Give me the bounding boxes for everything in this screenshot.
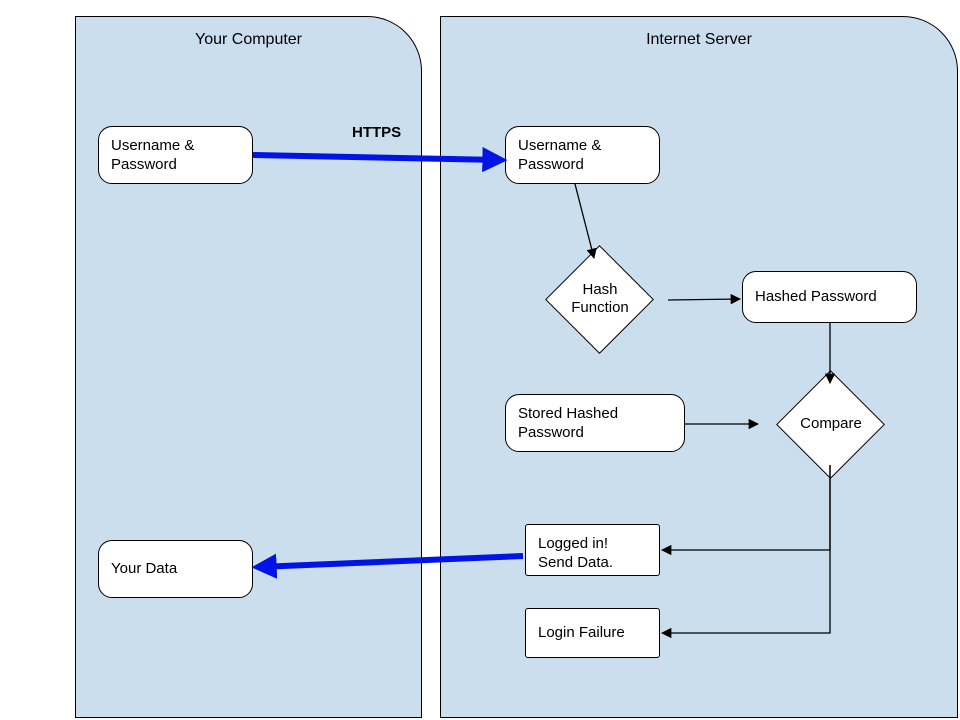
node-compare: Compare [756, 379, 906, 469]
node-server-credentials-label: Username & Password [518, 137, 601, 173]
node-login-failure-label: Login Failure [538, 624, 625, 643]
panel-server: Internet Server [440, 16, 958, 718]
node-login-failure: Login Failure [525, 608, 660, 658]
node-logged-in-label: Logged in! Send Data. [538, 535, 613, 571]
panel-client: Your Computer [75, 16, 422, 718]
node-server-credentials: Username & Password [505, 126, 660, 184]
node-compare-label: Compare [800, 415, 862, 433]
node-hashed-password-label: Hashed Password [755, 288, 877, 307]
node-client-credentials-label: Username & Password [111, 137, 194, 173]
node-hash-function: Hash Function [525, 254, 675, 344]
node-stored-hashed-password: Stored Hashed Password [505, 394, 685, 452]
panel-client-title: Your Computer [76, 31, 421, 49]
node-hashed-password: Hashed Password [742, 271, 917, 323]
node-your-data: Your Data [98, 540, 253, 598]
node-your-data-label: Your Data [111, 560, 177, 579]
node-hash-function-label: Hash Function [560, 281, 640, 317]
node-client-credentials: Username & Password [98, 126, 253, 184]
node-logged-in: Logged in! Send Data. [525, 524, 660, 576]
label-https: HTTPS [352, 124, 401, 141]
panel-server-title: Internet Server [441, 31, 957, 49]
node-stored-hashed-password-label: Stored Hashed Password [518, 405, 618, 441]
